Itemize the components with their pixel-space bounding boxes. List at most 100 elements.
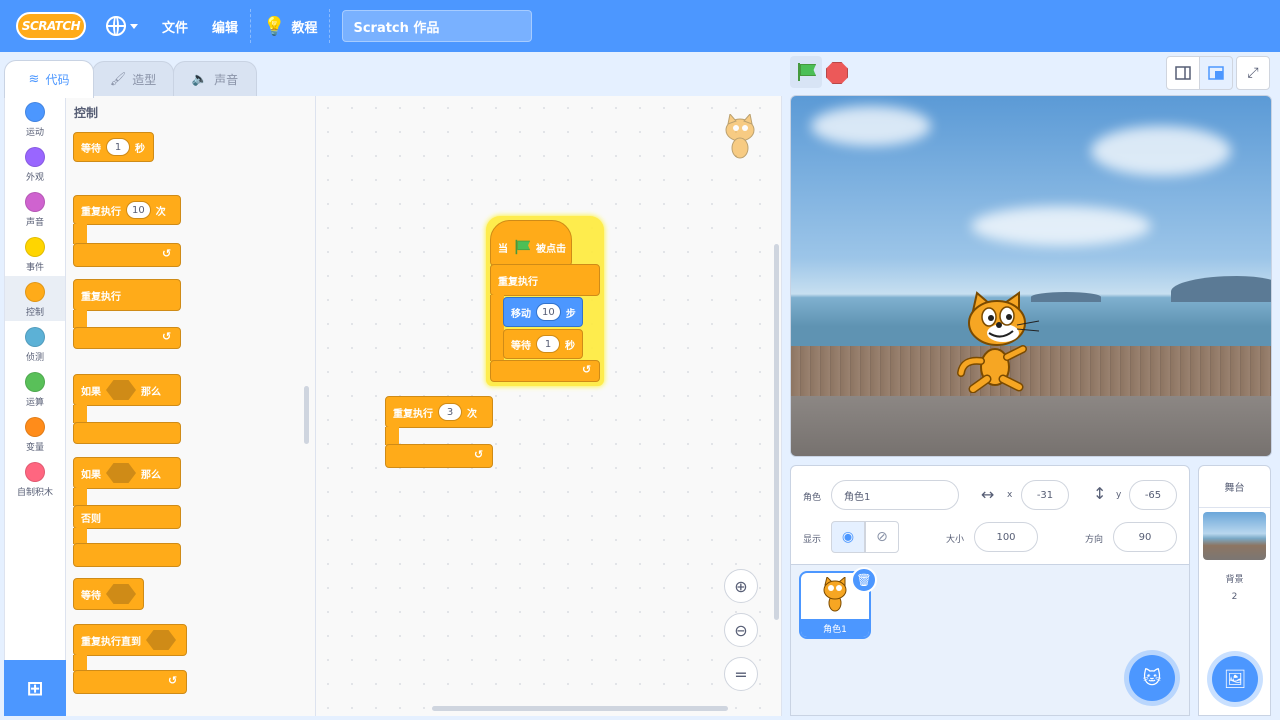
cat-sprite[interactable]	[951, 291, 1051, 393]
delete-sprite-button[interactable]: 🗑	[851, 567, 877, 593]
speaker-icon: 🔈	[191, 72, 209, 87]
category-events[interactable]: 事件	[5, 231, 65, 276]
category-my-blocks[interactable]: 自制积木	[5, 456, 65, 501]
repeat-block-head[interactable]: 重复执行 10 次	[73, 195, 181, 225]
chevron-down-icon	[130, 23, 138, 29]
scratch-logo[interactable]: SCRATCH	[16, 12, 86, 40]
category-control[interactable]: 控制	[5, 276, 65, 321]
workspace-horizontal-scrollbar[interactable]	[432, 706, 728, 711]
hide-sprite-button[interactable]: ⊘	[865, 521, 899, 553]
boolean-slot[interactable]	[146, 630, 176, 650]
small-stage-button[interactable]	[1166, 56, 1200, 90]
number-slot[interactable]: 10	[536, 303, 561, 321]
show-sprite-button[interactable]: ◉	[831, 521, 865, 553]
workspace-vertical-scrollbar[interactable]	[774, 244, 779, 620]
add-extension-icon: ⊞	[26, 676, 44, 700]
choose-backdrop-button[interactable]: 🖼	[1212, 656, 1258, 702]
boolean-slot[interactable]	[106, 584, 136, 604]
block-label: 重复执行	[498, 276, 538, 288]
if-else-block-head[interactable]: 如果 那么	[73, 457, 181, 489]
boolean-slot[interactable]	[106, 463, 136, 483]
language-menu[interactable]	[94, 0, 150, 52]
fullscreen-button[interactable]: ⤢	[1236, 56, 1270, 90]
repeat-until-block-head[interactable]: 重复执行直到	[73, 624, 187, 656]
number-slot[interactable]: 1	[106, 138, 130, 156]
category-looks[interactable]: 外观	[5, 141, 65, 186]
wait-block[interactable]: 等待 1 秒	[503, 329, 583, 359]
c-block-stem	[73, 405, 87, 423]
sprite-list: 角色1 🗑 🐱	[790, 565, 1190, 716]
backdrop-thumbnail[interactable]	[1203, 512, 1266, 560]
show-label: 显示	[803, 535, 822, 545]
tab-sounds-label: 声音	[214, 73, 239, 87]
tab-sounds[interactable]: 🔈 声音	[173, 61, 257, 97]
direction-field[interactable]: 90	[1113, 522, 1177, 552]
category-motion[interactable]: 运动	[5, 96, 65, 141]
backdrop-label: 背景	[1225, 575, 1244, 585]
backdrop-island	[1171, 276, 1271, 302]
normal-stage-button[interactable]	[1199, 56, 1233, 90]
wait-until-block[interactable]: 等待	[73, 578, 144, 610]
boolean-slot[interactable]	[106, 380, 136, 400]
sprite-watermark-icon	[725, 114, 755, 159]
code-icon: ≋	[28, 72, 40, 87]
edit-menu[interactable]: 编辑	[200, 0, 250, 52]
stage-canvas[interactable]	[790, 95, 1272, 457]
palette-scrollbar[interactable]	[304, 386, 309, 444]
category-label: 外观	[25, 173, 44, 183]
tutorials-label: 教程	[291, 20, 318, 36]
zoom-out-button[interactable]: ⊖	[724, 613, 758, 647]
zoom-reset-button[interactable]: =	[724, 657, 758, 691]
stop-button[interactable]	[826, 62, 848, 84]
add-extension-button[interactable]: ⊞	[4, 660, 66, 716]
project-title-input[interactable]	[342, 10, 533, 42]
else-section: 否则	[73, 505, 181, 529]
tab-costumes[interactable]: 🖌 造型	[92, 61, 174, 97]
y-position-field[interactable]: -65	[1129, 480, 1177, 510]
category-operators[interactable]: 运算	[5, 366, 65, 411]
forever-block-head[interactable]: 重复执行	[73, 279, 181, 311]
choose-sprite-button[interactable]: 🐱	[1129, 655, 1175, 701]
script-workspace[interactable]: 当 被点击 重复执行 移动 10 步 等待 1 秒 ↺ 重复执行 3 次 ↺ ⊕…	[316, 96, 782, 716]
zoom-in-button[interactable]: ⊕	[724, 569, 758, 603]
c-block-stem	[385, 427, 399, 445]
backdrop-cloud	[1091, 126, 1231, 176]
category-sensing[interactable]: 侦测	[5, 321, 65, 366]
block-label: 等待	[81, 143, 101, 155]
size-field[interactable]: 100	[974, 522, 1038, 552]
number-slot[interactable]: 10	[126, 201, 151, 219]
block-label: 次	[155, 206, 166, 218]
block-label: 秒	[135, 143, 145, 155]
category-label: 运算	[25, 398, 44, 408]
forever-block-head[interactable]: 重复执行	[490, 264, 600, 296]
category-label: 控制	[25, 308, 44, 318]
category-sound[interactable]: 声音	[5, 186, 65, 231]
move-steps-block[interactable]: 移动 10 步	[503, 297, 583, 327]
block-label: 步	[565, 308, 576, 320]
stage-target-pane[interactable]: 舞台 背景 2 🖼	[1198, 465, 1271, 716]
green-flag-button[interactable]	[790, 56, 822, 88]
block-label: 秒	[565, 340, 575, 352]
category-dot	[25, 462, 45, 482]
tab-code[interactable]: ≋ 代码	[4, 60, 94, 98]
tutorials-menu[interactable]: 💡 教程	[251, 0, 329, 52]
repeat-block-head[interactable]: 重复执行 3 次	[385, 396, 493, 428]
sprite-info-panel: 角色 角色1 ↔ x -31 ↕ y -65 显示 ◉ ⊘ 大小 100 方向 …	[790, 465, 1190, 565]
category-label: 变量	[25, 443, 44, 453]
when-flag-clicked-block[interactable]: 当 被点击	[490, 220, 572, 266]
category-dot	[25, 417, 45, 437]
file-menu[interactable]: 文件	[150, 0, 200, 52]
x-position-field[interactable]: -31	[1021, 480, 1069, 510]
sprite-name-field[interactable]: 角色1	[831, 480, 959, 510]
block-label: 被点击	[536, 243, 566, 255]
block-label: 如果	[81, 469, 101, 481]
category-dot	[25, 237, 45, 257]
number-slot[interactable]: 1	[536, 335, 560, 353]
if-block-head[interactable]: 如果 那么	[73, 374, 181, 406]
x-arrow-icon: ↔	[981, 485, 995, 504]
category-variables[interactable]: 变量	[5, 411, 65, 456]
number-slot[interactable]: 3	[438, 403, 462, 421]
block-label: 当	[498, 243, 508, 255]
cat-add-icon: 🐱	[1142, 667, 1162, 689]
wait-block[interactable]: 等待 1 秒	[73, 132, 154, 162]
